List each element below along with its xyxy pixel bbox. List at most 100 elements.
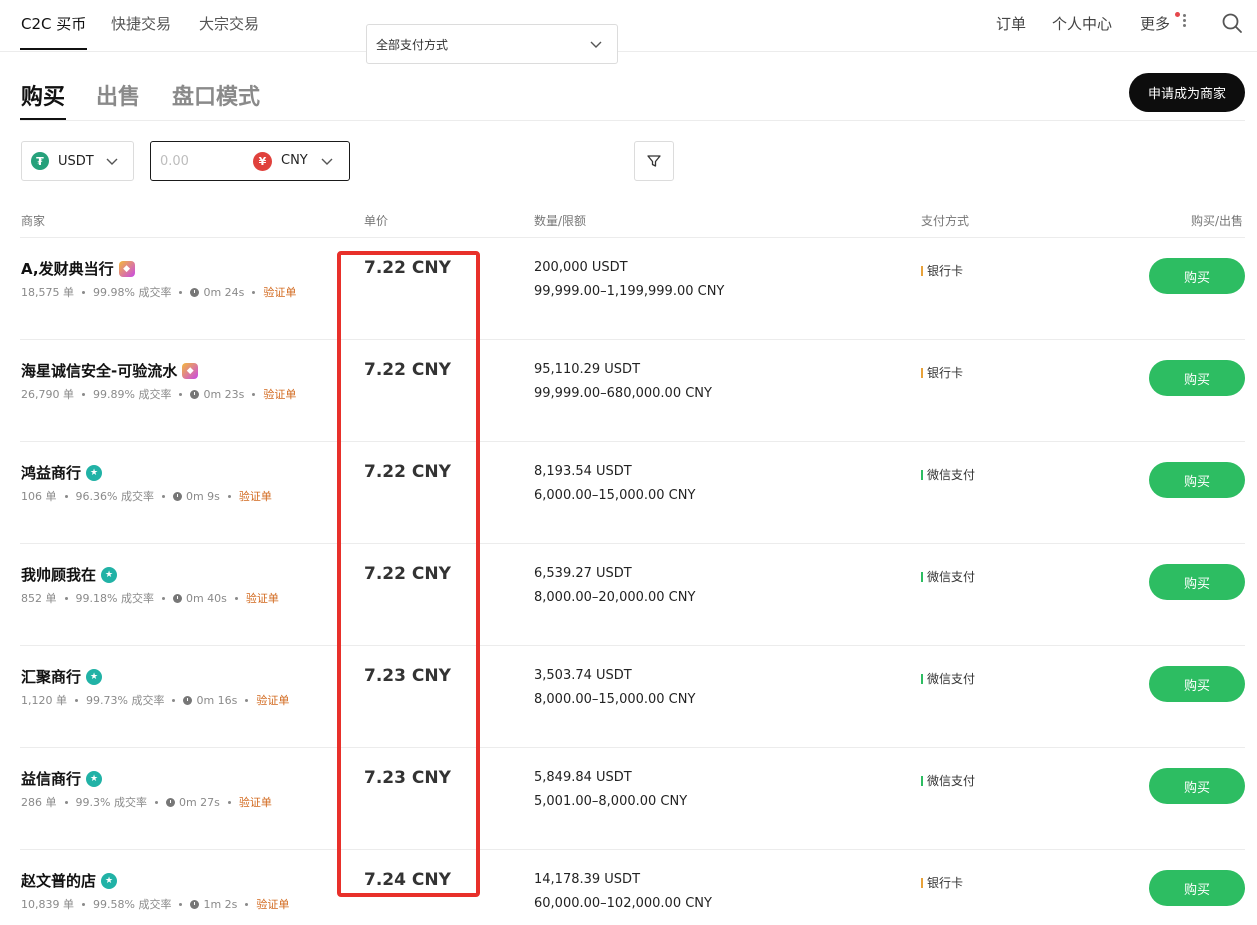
avg-release-time: 0m 27s	[178, 795, 220, 809]
currency-select-value[interactable]: CNY	[281, 153, 308, 168]
available-quantity: 6,539.27 USDT	[534, 566, 632, 581]
cny-icon: ¥	[253, 152, 272, 171]
tab-c2c-buy[interactable]: C2C 买币	[21, 13, 86, 34]
subtab-buy[interactable]: 购买	[21, 79, 65, 111]
star-badge-icon: ★	[101, 566, 118, 583]
verify-label: 验证单	[245, 592, 279, 605]
star-badge-icon: ★	[86, 770, 103, 787]
diamond-badge-icon: ◆	[118, 260, 135, 277]
merchant-name[interactable]: 鸿益商行	[21, 462, 81, 483]
table-row: 赵文普的店 ★ 10,839 单 99.58% 成交率 1m 2s 验证单 7.24 CNY…	[0, 850, 1257, 925]
verify-label: 验证单	[238, 796, 272, 809]
header-quantity-limit: 数量/限额	[534, 214, 587, 228]
search-icon[interactable]	[1220, 11, 1244, 35]
merchant-name[interactable]: 赵文普的店	[21, 870, 96, 891]
header-payment: 支付方式	[921, 214, 970, 228]
table-row: 益信商行 ★ 286 单 99.3% 成交率 0m 27s 验证单 7.23 CNY 5,84…	[0, 748, 1257, 850]
avg-release-time: 0m 23s	[203, 387, 245, 401]
merchant-stats: 106 单 96.36% 成交率 0m 9s 验证单	[21, 488, 272, 504]
subtab-sell[interactable]: 出售	[96, 79, 140, 111]
merchant-name[interactable]: 汇聚商行	[21, 666, 81, 687]
header-price: 单价	[364, 214, 389, 228]
payment-method: 微信支付	[921, 466, 975, 483]
table-row: A,发财典当行 ◆ 18,575 单 99.98% 成交率 0m 24s 验证单 7.22 …	[0, 238, 1257, 340]
completion-rate: 99.98% 成交率	[93, 286, 172, 299]
merchant-stats: 852 单 99.18% 成交率 0m 40s 验证单	[21, 590, 279, 606]
tab-quick-trade[interactable]: 快捷交易	[111, 13, 171, 34]
apply-merchant-button[interactable]: 申请成为商家	[1129, 73, 1245, 112]
filter-button[interactable]	[634, 141, 674, 181]
buy-button[interactable]: 购买	[1149, 360, 1245, 396]
completion-rate: 99.3% 成交率	[75, 796, 147, 809]
completion-rate: 99.58% 成交率	[93, 898, 172, 911]
payment-color-bar	[921, 877, 923, 888]
table-row: 我帅顾我在 ★ 852 单 99.18% 成交率 0m 40s 验证单 7.22 CNY 6,…	[0, 544, 1257, 646]
unit-price: 7.22 CNY	[364, 258, 451, 278]
verify-label: 验证单	[238, 490, 272, 503]
payment-method-label: 微信支付	[927, 774, 976, 788]
divider	[20, 120, 1245, 121]
clock-icon	[190, 899, 200, 909]
amount-input[interactable]	[160, 153, 250, 169]
payment-method: 微信支付	[921, 670, 975, 687]
user-center-link[interactable]: 个人中心	[1052, 13, 1112, 34]
payment-color-bar	[921, 367, 923, 378]
orders-link[interactable]: 订单	[996, 13, 1026, 34]
chevron-down-icon[interactable]	[321, 155, 333, 167]
verify-label: 验证单	[256, 898, 290, 911]
merchant-name[interactable]: 益信商行	[21, 768, 81, 789]
payment-method: 银行卡	[921, 874, 963, 891]
verify-label: 验证单	[263, 286, 297, 299]
avg-release-time: 0m 40s	[185, 591, 227, 605]
clock-icon	[190, 389, 200, 399]
unit-price: 7.22 CNY	[364, 462, 451, 482]
verify-label: 验证单	[256, 694, 290, 707]
available-quantity: 95,110.29 USDT	[534, 362, 641, 377]
buy-button[interactable]: 购买	[1149, 564, 1245, 600]
merchant-stats: 1,120 单 99.73% 成交率 0m 16s 验证单	[21, 692, 289, 708]
star-badge-icon: ★	[86, 668, 103, 685]
funnel-icon	[647, 155, 661, 167]
order-count: 852 单	[21, 592, 57, 605]
unit-price: 7.22 CNY	[364, 360, 451, 380]
chevron-down-icon	[590, 41, 602, 48]
buy-button[interactable]: 购买	[1149, 666, 1245, 702]
unit-price: 7.23 CNY	[364, 666, 451, 686]
order-count: 10,839 单	[21, 898, 74, 911]
subtab-orderbook-mode[interactable]: 盘口模式	[172, 79, 260, 111]
tab-block-trade[interactable]: 大宗交易	[199, 13, 259, 34]
payment-color-bar	[921, 571, 923, 582]
buy-button[interactable]: 购买	[1149, 870, 1245, 906]
diamond-badge-icon: ◆	[182, 362, 199, 379]
kebab-icon[interactable]	[1183, 14, 1187, 30]
merchant-name-cell: 鸿益商行 ★	[21, 462, 103, 483]
avg-release-time: 0m 9s	[185, 489, 220, 503]
buy-button[interactable]: 购买	[1149, 258, 1245, 294]
amount-field[interactable]: ¥ CNY	[150, 141, 350, 181]
payment-method-label: 银行卡	[927, 366, 964, 380]
clock-icon	[183, 695, 193, 705]
merchant-name-cell: 益信商行 ★	[21, 768, 103, 789]
payment-color-bar	[921, 775, 923, 786]
notification-dot	[1175, 12, 1180, 17]
payment-method: 银行卡	[921, 262, 963, 279]
avg-release-time: 1m 2s	[203, 897, 238, 911]
payment-method-label: 银行卡	[927, 264, 964, 278]
merchant-name[interactable]: A,发财典当行	[21, 258, 114, 279]
merchant-name[interactable]: 海星诚信安全-可验流水	[21, 360, 177, 381]
buy-button[interactable]: 购买	[1149, 768, 1245, 804]
more-menu[interactable]: 更多	[1140, 13, 1170, 34]
star-badge-icon: ★	[86, 464, 103, 481]
coin-select[interactable]: ₮ USDT	[21, 141, 134, 181]
available-quantity: 5,849.84 USDT	[534, 770, 632, 785]
completion-rate: 99.73% 成交率	[86, 694, 165, 707]
merchant-name[interactable]: 我帅顾我在	[21, 564, 96, 585]
available-quantity: 14,178.39 USDT	[534, 872, 641, 887]
payment-method-select[interactable]: 全部支付方式	[366, 24, 618, 64]
buy-button[interactable]: 购买	[1149, 462, 1245, 498]
completion-rate: 96.36% 成交率	[75, 490, 154, 503]
order-count: 18,575 单	[21, 286, 74, 299]
merchant-name-cell: 海星诚信安全-可验流水 ◆	[21, 360, 199, 381]
merchant-stats: 10,839 单 99.58% 成交率 1m 2s 验证单	[21, 896, 289, 912]
order-count: 26,790 单	[21, 388, 74, 401]
